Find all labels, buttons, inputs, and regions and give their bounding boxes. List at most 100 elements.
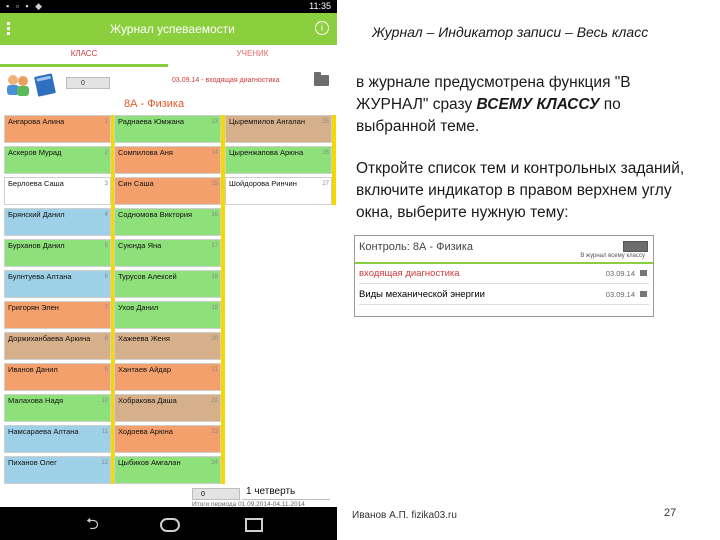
- student-cell[interactable]: Ухов Данил 19: [114, 301, 221, 329]
- info-icon[interactable]: i: [315, 21, 329, 35]
- student-cell[interactable]: Григорян Элен 7: [4, 301, 111, 329]
- student-number: 24: [211, 460, 218, 466]
- student-cell[interactable]: Ходоева Арюна 23: [114, 425, 221, 453]
- student-cell[interactable]: Ангарова Алина 1: [4, 115, 111, 143]
- student-cell[interactable]: Намсараева Алтана 11: [4, 425, 111, 453]
- student-name: Ангарова Алина: [8, 117, 65, 126]
- tab-class[interactable]: КЛАСС: [0, 45, 168, 67]
- student-number: 16: [211, 212, 218, 218]
- topic-label: входящая диагностика: [359, 268, 460, 279]
- student-name: Раднаева Юмжана: [118, 117, 185, 126]
- topic-list-screenshot: Контроль: 8А - Физика В журнал всему кла…: [354, 235, 654, 317]
- period-grade-select[interactable]: 0: [192, 488, 240, 500]
- student-name: Булнтуева Алтана: [8, 272, 72, 281]
- student-cell[interactable]: Цыренжапова Арюна 26: [225, 146, 332, 174]
- student-number: 14: [211, 150, 218, 156]
- student-cell[interactable]: Цыремпилов Ангалан 25: [225, 115, 332, 143]
- back-icon[interactable]: ⮌: [86, 513, 99, 540]
- tab-student[interactable]: УЧЕНИК: [168, 45, 337, 67]
- student-cell[interactable]: Турусов Алексей 18: [114, 270, 221, 298]
- student-cell[interactable]: Шойдорова Ринчин 27: [225, 177, 332, 205]
- student-number: 25: [322, 119, 329, 125]
- student-cell[interactable]: Хобракова Даша 22: [114, 394, 221, 422]
- topic-row[interactable]: Виды механической энергии 03.09.14: [359, 286, 649, 305]
- tablet-screenshot: ▪ ▫ ▪ ◆ 11:35 Журнал успеваемости i КЛАС…: [0, 0, 337, 540]
- student-name: Аскеров Мурад: [8, 148, 62, 157]
- student-number: 4: [104, 212, 108, 218]
- topic-line[interactable]: 03.09.14 - входящая диагностика: [172, 77, 280, 84]
- folder-icon[interactable]: [314, 72, 329, 86]
- journal-content: 0 03.09.14 - входящая диагностика 8А - Ф…: [0, 67, 337, 508]
- app-bar: Журнал успеваемости i: [0, 13, 337, 45]
- student-number: 9: [104, 367, 108, 373]
- student-name: Сомпилова Аня: [118, 148, 173, 157]
- status-bar: ▪ ▫ ▪ ◆ 11:35: [0, 0, 337, 13]
- student-cell[interactable]: Брянский Данил 4: [4, 208, 111, 236]
- student-cell[interactable]: Содномова Виктория 16: [114, 208, 221, 236]
- student-name: Хажеева Женя: [118, 334, 170, 343]
- paragraph-1-emphasis: ВСЕМУ КЛАССУ: [476, 96, 600, 113]
- student-number: 6: [104, 274, 108, 280]
- student-cell[interactable]: Иванов Данил 9: [4, 363, 111, 391]
- subject-title: 8А - Физика: [124, 98, 185, 110]
- student-number: 27: [322, 181, 329, 187]
- student-cell[interactable]: Доржиханбаева Аркина 8: [4, 332, 111, 360]
- folder-icon: [640, 291, 647, 297]
- student-cell[interactable]: Хажеева Женя 20: [114, 332, 221, 360]
- student-number: 8: [104, 336, 108, 342]
- student-name: Иванов Данил: [8, 365, 58, 374]
- topic-label: Виды механической энергии: [359, 289, 485, 300]
- page-number: 27: [664, 507, 677, 519]
- student-number: 12: [101, 460, 108, 466]
- student-name: Малахова Надя: [8, 396, 64, 405]
- student-cell[interactable]: Бурханов Данил 5: [4, 239, 111, 267]
- student-number: 11: [101, 429, 108, 435]
- student-cell[interactable]: Пиханов Олег 12: [4, 456, 111, 484]
- student-cell[interactable]: Аскеров Мурад 2: [4, 146, 111, 174]
- student-cell[interactable]: Цыбиков Амгалан 24: [114, 456, 221, 484]
- student-number: 5: [104, 243, 108, 249]
- student-name: Суюнда Яна: [118, 241, 162, 250]
- journal-toggle[interactable]: [623, 241, 648, 252]
- student-name: Григорян Элен: [8, 303, 59, 312]
- student-number: 15: [211, 181, 218, 187]
- student-number: 20: [211, 336, 218, 342]
- student-cell[interactable]: Малахова Надя 10: [4, 394, 111, 422]
- student-number: 26: [322, 150, 329, 156]
- student-number: 13: [211, 119, 218, 125]
- folder-icon: [640, 270, 647, 276]
- slide-title: Журнал – Индикатор записи – Весь класс: [372, 24, 649, 40]
- student-name: Намсараева Алтана: [8, 427, 79, 436]
- student-cell[interactable]: Булнтуева Алтана 6: [4, 270, 111, 298]
- student-cell[interactable]: Берлоева Саша 3: [4, 177, 111, 205]
- student-number: 18: [211, 274, 218, 280]
- tab-bar: КЛАСС УЧЕНИК: [0, 45, 337, 67]
- home-icon[interactable]: [160, 518, 180, 532]
- student-name: Хобракова Даша: [118, 396, 177, 405]
- student-cell[interactable]: Сомпилова Аня 14: [114, 146, 221, 174]
- paragraph-1: в журнале предусмотрена функция "В ЖУРНА…: [356, 72, 702, 138]
- student-number: 23: [211, 429, 218, 435]
- grade-select[interactable]: 0: [66, 77, 110, 89]
- student-number: 19: [211, 305, 218, 311]
- toggle-label: В журнал всему классу: [580, 253, 645, 259]
- quarter-select[interactable]: 1 четверть: [242, 486, 330, 500]
- student-cell[interactable]: Суюнда Яна 17: [114, 239, 221, 267]
- student-cell[interactable]: Син Саша 15: [114, 177, 221, 205]
- menu-icon[interactable]: [7, 22, 10, 36]
- student-name: Цыренжапова Арюна: [229, 148, 304, 157]
- student-name: Син Саша: [118, 179, 154, 188]
- student-cell[interactable]: Раднаева Юмжана 13: [114, 115, 221, 143]
- topic-list-header: Контроль: 8А - Физика В журнал всему кла…: [355, 236, 653, 264]
- student-number: 17: [211, 243, 218, 249]
- student-cell[interactable]: Хантаев Айдар 21: [114, 363, 221, 391]
- class-avatars-icon[interactable]: [4, 71, 60, 97]
- notification-icons: ▪ ▫ ▪ ◆: [6, 1, 44, 11]
- footer-author: Иванов А.П. fizika03.ru: [352, 510, 457, 521]
- student-name: Турусов Алексей: [118, 272, 177, 281]
- student-name: Доржиханбаева Аркина: [8, 334, 91, 343]
- recent-apps-icon[interactable]: [245, 518, 263, 532]
- student-number: 7: [104, 305, 108, 311]
- student-name: Пиханов Олег: [8, 458, 57, 467]
- topic-row[interactable]: входящая диагностика 03.09.14: [359, 265, 649, 284]
